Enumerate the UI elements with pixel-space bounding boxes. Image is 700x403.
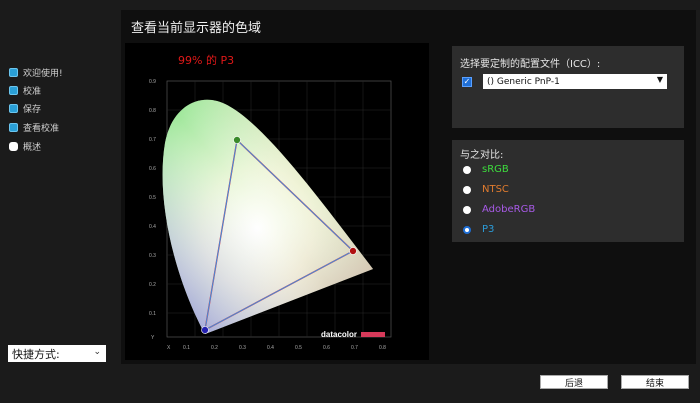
radio-circle xyxy=(463,185,471,194)
step-indicator-icon xyxy=(9,141,18,151)
datacolor-logo-bar xyxy=(361,332,385,337)
y-tick: 0.2 xyxy=(149,282,156,288)
step-label: 保存 xyxy=(23,104,42,115)
y-tick: Y xyxy=(151,335,155,341)
x-tick: 0.3 xyxy=(239,345,246,351)
radio-label: NTSC xyxy=(482,184,509,195)
step-label: 查看校准 xyxy=(23,123,60,134)
radio-label: P3 xyxy=(482,224,495,235)
radio-label: sRGB xyxy=(482,164,509,175)
red-primary-marker xyxy=(349,247,357,255)
step-indicator-icon xyxy=(9,85,18,95)
step-label: 校准 xyxy=(23,86,42,97)
x-tick: 0.4 xyxy=(267,345,274,351)
icc-selected-value: () Generic PnP-1 xyxy=(487,76,560,87)
step-label: 概述 xyxy=(23,142,42,153)
compare-panel-title: 与之对比: xyxy=(460,150,504,161)
shortcut-dropdown[interactable]: 快捷方式: ⌄ xyxy=(8,345,106,362)
y-tick: 0.3 xyxy=(149,253,156,259)
locus-hue-blue-orange xyxy=(162,99,373,334)
finish-button[interactable]: 结束 xyxy=(621,375,689,389)
gamut-chart-panel: X 0.1 0.2 0.3 0.4 0.5 0.6 0.7 0.8 0.9 0.… xyxy=(125,43,429,360)
y-tick: 0.5 xyxy=(149,195,156,201)
radio-circle xyxy=(463,205,471,214)
radio-adobergb[interactable]: AdobeRGB xyxy=(463,204,535,215)
y-tick: 0.6 xyxy=(149,166,156,172)
gamut-coverage-caption: 99% 的 P3 xyxy=(178,54,235,67)
step-indicator-icon xyxy=(9,67,18,77)
step-overview[interactable]: 概述 xyxy=(9,139,41,153)
y-tick: 0.1 xyxy=(149,311,156,317)
compare-panel: 与之对比: sRGB NTSC AdobeRGB P3 xyxy=(452,140,684,242)
step-save[interactable]: 保存 xyxy=(9,101,41,115)
step-view-calibration[interactable]: 查看校准 xyxy=(9,120,59,134)
wizard-sidebar: 欢迎使用! 校准 保存 查看校准 概述 快捷方式: ⌄ xyxy=(0,0,120,403)
radio-srgb[interactable]: sRGB xyxy=(463,164,509,175)
back-button[interactable]: 后退 xyxy=(540,375,608,389)
y-tick: 0.9 xyxy=(149,79,156,85)
icc-profile-select[interactable]: () Generic PnP-1 ▼ xyxy=(483,74,667,89)
step-indicator-icon xyxy=(9,122,18,132)
x-tick: 0.2 xyxy=(211,345,218,351)
y-tick: 0.7 xyxy=(149,137,156,143)
icc-panel-title: 选择要定制的配置文件（ICC）: xyxy=(460,59,601,70)
radio-circle-selected xyxy=(463,225,471,234)
x-tick: X xyxy=(167,345,171,351)
x-tick: 0.7 xyxy=(351,345,358,351)
page-title: 查看当前显示器的色域 xyxy=(131,21,262,36)
x-tick: 0.5 xyxy=(295,345,302,351)
green-primary-marker xyxy=(233,136,241,144)
step-label: 欢迎使用! xyxy=(23,68,63,79)
x-tick: 0.6 xyxy=(323,345,330,351)
step-welcome[interactable]: 欢迎使用! xyxy=(9,65,63,79)
datacolor-logo: datacolor xyxy=(321,330,357,339)
chevron-down-icon: ⌄ xyxy=(93,347,101,357)
gamut-chart: X 0.1 0.2 0.3 0.4 0.5 0.6 0.7 0.8 0.9 0.… xyxy=(149,79,392,351)
blue-primary-marker xyxy=(201,326,209,334)
y-tick: 0.8 xyxy=(149,108,156,114)
radio-circle xyxy=(463,165,471,174)
radio-p3[interactable]: P3 xyxy=(463,224,494,235)
x-tick: 0.8 xyxy=(379,345,386,351)
chevron-down-icon: ▼ xyxy=(656,75,663,84)
icc-profile-panel: 选择要定制的配置文件（ICC）: ✓ () Generic PnP-1 ▼ xyxy=(452,46,684,128)
step-indicator-icon xyxy=(9,103,18,113)
radio-ntsc[interactable]: NTSC xyxy=(463,184,509,195)
step-calibrate[interactable]: 校准 xyxy=(9,83,41,97)
icc-checkbox[interactable]: ✓ xyxy=(462,77,472,87)
shortcut-label: 快捷方式: xyxy=(12,347,60,361)
y-tick: 0.4 xyxy=(149,224,156,230)
x-tick: 0.1 xyxy=(183,345,190,351)
radio-label: AdobeRGB xyxy=(482,204,536,215)
